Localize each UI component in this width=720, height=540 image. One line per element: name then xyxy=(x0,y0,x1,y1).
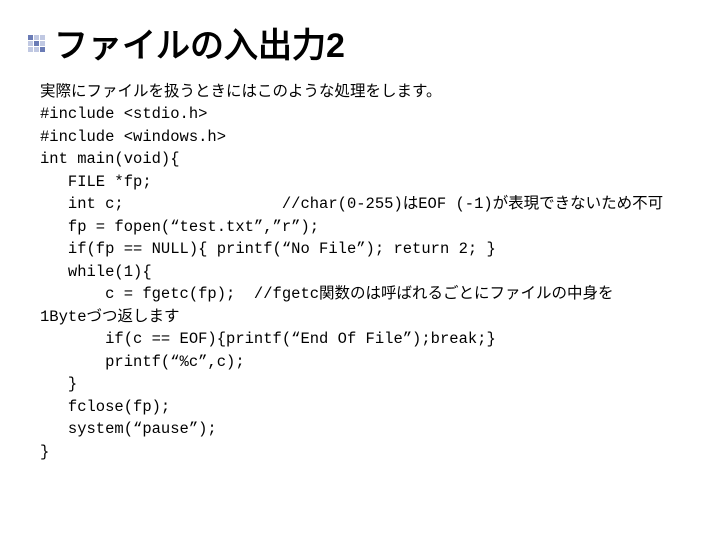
code-line: fclose(fp); xyxy=(40,398,170,416)
slide-bullet-icon xyxy=(28,35,44,51)
code-line: printf(“%c”,c); xyxy=(40,353,245,371)
code-line: system(“pause”); xyxy=(40,420,217,438)
code-line: #include <stdio.h> xyxy=(40,105,207,123)
code-line: #include <windows.h> xyxy=(40,128,226,146)
code-line: if(c == EOF){printf(“End Of File”);break… xyxy=(40,330,496,348)
slide: ファイルの入出力2 実際にファイルを扱うときにはこのような処理をします。 #in… xyxy=(0,0,720,540)
code-line: fp = fopen(“test.txt”,”r”); xyxy=(40,218,319,236)
code-line: int main(void){ xyxy=(40,150,180,168)
code-line: } xyxy=(40,375,77,393)
slide-title: ファイルの入出力2 xyxy=(54,18,345,67)
code-block: 実際にファイルを扱うときにはこのような処理をします。 #include <std… xyxy=(40,81,692,463)
code-line: FILE *fp; xyxy=(40,173,152,191)
title-row: ファイルの入出力2 xyxy=(28,18,692,67)
code-line: int c; //char(0-255)はEOF (-1)が表現できないため不可 xyxy=(40,195,663,213)
code-line: while(1){ xyxy=(40,263,152,281)
code-line: 1Byteづつ返します xyxy=(40,308,180,326)
code-line: 実際にファイルを扱うときにはこのような処理をします。 xyxy=(40,83,441,101)
code-line: c = fgetc(fp); //fgetc関数のは呼ばれるごとにファイルの中身… xyxy=(40,285,614,303)
code-line: if(fp == NULL){ printf(“No File”); retur… xyxy=(40,240,496,258)
code-line: } xyxy=(40,443,49,461)
